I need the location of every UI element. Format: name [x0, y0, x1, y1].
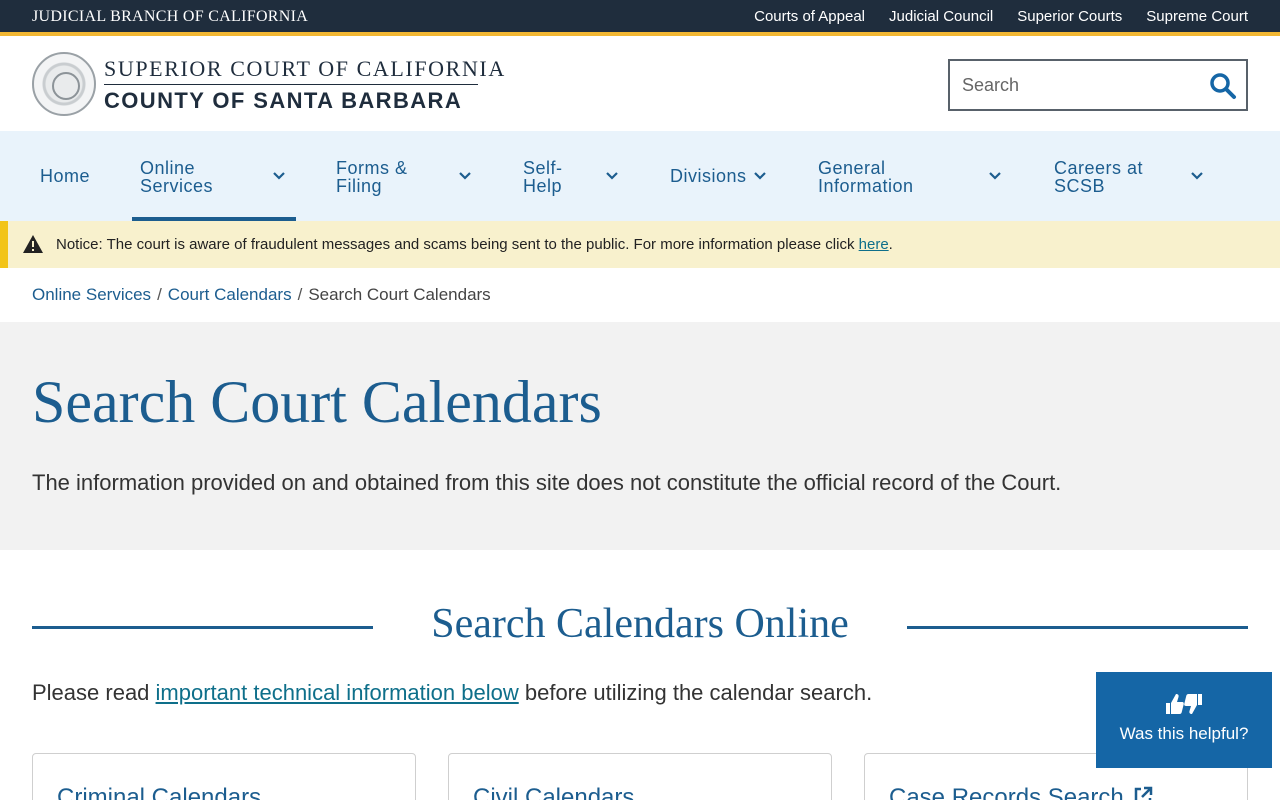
section-intro: Please read important technical informat…: [32, 680, 872, 706]
search-input[interactable]: [962, 73, 1202, 97]
page-title: Search Court Calendars: [32, 369, 602, 435]
notice-text: Notice: The court is aware of fraudulent…: [56, 236, 893, 253]
nav-item-divisions[interactable]: Divisions: [670, 131, 770, 221]
notice-banner: Notice: The court is aware of fraudulent…: [0, 221, 1280, 268]
breadcrumb: Online Services / Court Calendars / Search C…: [32, 285, 491, 305]
nav-label: General Information: [818, 158, 914, 196]
thumbs-up-down-icon: [1166, 694, 1202, 714]
nav-item-careers[interactable]: Careers at SCSB: [1054, 131, 1214, 221]
nav-label: Forms & Filing: [336, 158, 408, 196]
technical-info-link[interactable]: important technical information below: [156, 680, 519, 705]
card-criminal-calendars[interactable]: Criminal Calendars: [32, 753, 416, 800]
site-search: [948, 59, 1248, 111]
section-title: Search Calendars Online: [431, 601, 849, 647]
page-hero: Search Court Calendars The information p…: [0, 322, 1280, 550]
chevron-down-icon: [989, 172, 1001, 180]
card-title[interactable]: Criminal Calendars: [57, 784, 261, 800]
notice-here-link[interactable]: here: [859, 236, 889, 253]
nav-label: Divisions: [670, 166, 747, 186]
nav-item-general-information[interactable]: General Information: [818, 131, 1008, 221]
top-links: Courts of Appeal Judicial Council Superi…: [754, 8, 1248, 25]
breadcrumb-separator: /: [297, 285, 303, 304]
chevron-down-icon: [273, 172, 285, 180]
nav-label: Home: [40, 166, 91, 186]
chevron-down-icon: [606, 172, 618, 180]
chevron-down-icon: [754, 172, 766, 180]
warning-icon: [23, 235, 43, 253]
nav-label: Online Services: [140, 158, 214, 196]
judicial-branch-label: JUDICIAL BRANCH OF CALIFORNIA: [32, 8, 309, 25]
breadcrumb-current: Search Court Calendars: [308, 285, 491, 304]
breadcrumb-online-services[interactable]: Online Services: [32, 285, 151, 304]
nav-label: Careers at SCSB: [1054, 158, 1144, 196]
breadcrumb-court-calendars[interactable]: Court Calendars: [168, 285, 292, 304]
top-link-courts-of-appeal[interactable]: Courts of Appeal: [754, 8, 865, 25]
search-icon[interactable]: [1208, 71, 1238, 101]
top-link-judicial-council[interactable]: Judicial Council: [889, 8, 993, 25]
page-disclaimer: The information provided on and obtained…: [32, 470, 1062, 495]
feedback-label: Was this helpful?: [1119, 724, 1249, 743]
chevron-down-icon: [459, 172, 471, 180]
court-name-line1[interactable]: SUPERIOR COURT OF CALIFORNIA: [104, 56, 506, 82]
external-link-icon: [1134, 786, 1153, 800]
nav-item-home[interactable]: Home: [40, 131, 100, 221]
nav-item-online-services[interactable]: Online Services: [132, 131, 296, 221]
notice-message: The court is aware of fraudulent message…: [106, 236, 855, 253]
top-link-superior-courts[interactable]: Superior Courts: [1017, 8, 1122, 25]
notice-suffix: .: [888, 236, 893, 253]
site-header: SUPERIOR COURT OF CALIFORNIA COUNTY OF S…: [0, 40, 1280, 131]
chevron-down-icon: [1191, 172, 1203, 180]
court-seal-logo[interactable]: [32, 52, 96, 116]
notice-prefix: Notice:: [56, 236, 103, 253]
breadcrumb-separator: /: [157, 285, 162, 304]
nav-label: Self-Help: [523, 158, 563, 196]
nav-item-self-help[interactable]: Self-Help: [523, 131, 623, 221]
feedback-widget[interactable]: Was this helpful?: [1096, 672, 1272, 768]
card-title-text: Case Records Search: [889, 784, 1124, 800]
brand-divider: [104, 84, 478, 85]
intro-before: Please read: [32, 680, 150, 705]
court-name-line2[interactable]: COUNTY OF SANTA BARBARA: [104, 88, 462, 114]
nav-item-forms-filing[interactable]: Forms & Filing: [336, 131, 476, 221]
main-nav: Home Online Services Forms & Filing Self…: [0, 131, 1280, 221]
card-civil-calendars[interactable]: Civil Calendars: [448, 753, 832, 800]
intro-after: before utilizing the calendar search.: [524, 680, 873, 705]
top-link-supreme-court[interactable]: Supreme Court: [1146, 8, 1248, 25]
card-title[interactable]: Civil Calendars: [473, 784, 634, 800]
card-title[interactable]: Case Records Search: [889, 784, 1154, 800]
top-utility-bar: JUDICIAL BRANCH OF CALIFORNIA Courts of …: [0, 0, 1280, 36]
